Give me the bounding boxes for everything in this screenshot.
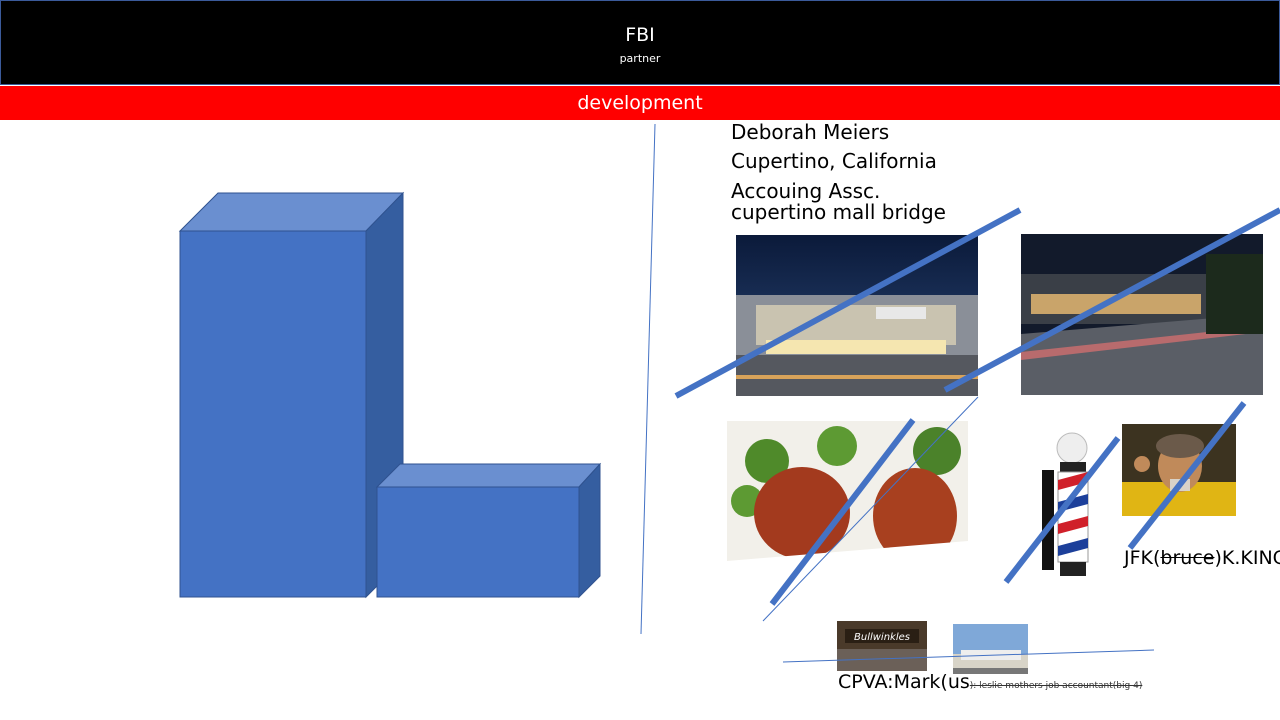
slash-3 xyxy=(769,418,916,606)
annotation-lines xyxy=(640,123,1280,663)
slash-5 xyxy=(1127,401,1247,550)
bottom-thin-line xyxy=(782,649,1155,663)
slash-1 xyxy=(674,207,1022,399)
thin-diagonal xyxy=(762,396,979,622)
slash-2 xyxy=(943,207,1280,393)
slash-4 xyxy=(1003,436,1121,584)
divider-line xyxy=(640,123,656,635)
